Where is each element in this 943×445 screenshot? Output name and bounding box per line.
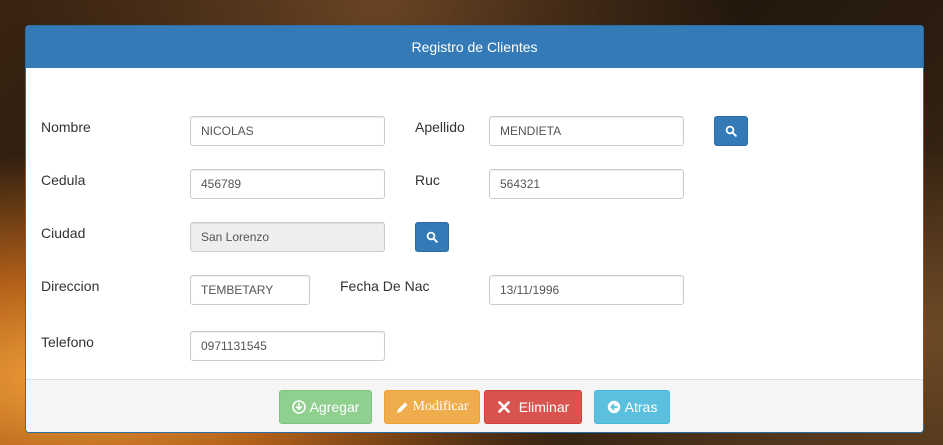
ruc-input[interactable]: 564321 <box>489 169 684 199</box>
search-icon <box>426 231 438 243</box>
panel-footer: Agregar Modificar Eliminar Atras <box>26 379 923 432</box>
search-ciudad-button[interactable] <box>415 222 449 252</box>
nombre-input[interactable]: NICOLAS <box>190 116 385 146</box>
cedula-label: Cedula <box>41 172 86 188</box>
modificar-label: Modificar <box>412 399 469 414</box>
fecha-nac-label: Fecha De Nac <box>340 278 430 294</box>
form-body: Nombre NICOLAS Apellido MENDIETA Cedula … <box>26 68 923 379</box>
fecha-nac-input[interactable]: 13/11/1996 <box>489 275 684 305</box>
apellido-input[interactable]: MENDIETA <box>489 116 684 146</box>
arrow-left-circle-icon <box>607 400 620 414</box>
telefono-label: Telefono <box>41 334 94 350</box>
search-icon <box>725 125 737 137</box>
panel-title: Registro de Clientes <box>26 26 923 68</box>
ciudad-input: San Lorenzo <box>190 222 385 252</box>
client-registration-panel: Registro de Clientes Nombre NICOLAS Apel… <box>25 25 924 433</box>
modificar-button[interactable]: Modificar <box>384 390 480 424</box>
apellido-label: Apellido <box>415 119 465 135</box>
eliminar-label: Eliminar <box>518 399 570 415</box>
search-cliente-button[interactable] <box>714 116 748 146</box>
times-icon <box>497 401 510 413</box>
download-circle-icon <box>291 400 306 414</box>
nombre-label: Nombre <box>41 119 91 135</box>
eliminar-button[interactable]: Eliminar <box>484 390 582 424</box>
atras-label: Atras <box>624 399 658 415</box>
telefono-input[interactable]: 0971131545 <box>190 331 385 361</box>
direccion-label: Direccion <box>41 278 100 294</box>
agregar-label: Agregar <box>309 399 360 415</box>
cedula-input[interactable]: 456789 <box>190 169 385 199</box>
agregar-button[interactable]: Agregar <box>279 390 372 424</box>
direccion-input[interactable]: TEMBETARY <box>190 275 310 305</box>
ciudad-label: Ciudad <box>41 225 86 241</box>
atras-button[interactable]: Atras <box>594 390 670 424</box>
pencil-icon <box>396 402 407 413</box>
ruc-label: Ruc <box>415 172 440 188</box>
